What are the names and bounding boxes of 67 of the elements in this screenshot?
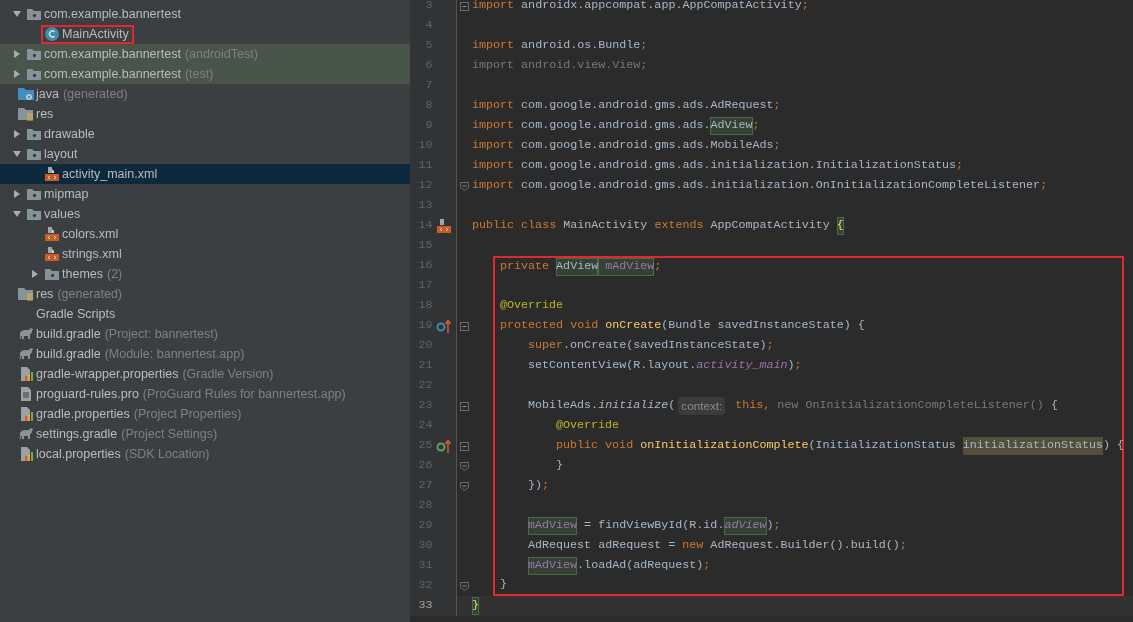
- code-line: import android.os.Bundle;: [472, 37, 648, 55]
- tree-item[interactable]: com.example.bannertest: [0, 4, 410, 24]
- tree-item[interactable]: activity_main.xml: [0, 164, 410, 184]
- tree-item[interactable]: gradle-wrapper.properties (Gradle Version): [0, 364, 410, 384]
- tree-item[interactable]: values: [0, 204, 410, 224]
- elephant-icon: [18, 426, 34, 442]
- tree-item[interactable]: mipmap: [0, 184, 410, 204]
- xml-file-icon: [44, 246, 60, 262]
- code-line: public class MainActivity extends AppCompatActivity {: [472, 216, 844, 236]
- tree-item[interactable]: res: [0, 104, 410, 124]
- xml-file-icon: [436, 218, 453, 234]
- text-file-icon: [18, 386, 34, 402]
- code-line: }: [493, 456, 1124, 476]
- code-line: mAdView.loadAd(adRequest);: [493, 556, 1124, 576]
- folder-icon: [26, 46, 42, 62]
- tree-item[interactable]: themes (2): [0, 264, 410, 284]
- code-line: import com.google.android.gms.ads.AdRequest;: [472, 97, 781, 115]
- folder-icon: [18, 86, 34, 102]
- tree-item[interactable]: proguard-rules.pro (ProGuard Rules for bannertest.app): [0, 384, 410, 404]
- code-line: super.onCreate(savedInstanceState);: [493, 336, 1124, 356]
- xml-file-icon: [44, 166, 60, 182]
- code-line: import com.google.android.gms.ads.AdView;: [472, 116, 760, 136]
- code-line: });: [493, 476, 1124, 496]
- code-line: MobileAds.initialize( context: this, new OnInitializationCompleteListener() {: [493, 396, 1124, 416]
- code-line: import com.google.android.gms.ads.initialization.InitializationStatus;: [472, 157, 963, 175]
- folder-icon: [18, 286, 34, 302]
- tree-item[interactable]: local.properties (SDK Location): [0, 444, 410, 464]
- code-line: import com.google.android.gms.ads.initialization.OnInitializationCompleteListener;: [472, 177, 1048, 195]
- class-icon: [44, 26, 60, 42]
- tree-item[interactable]: MainActivity: [0, 24, 410, 44]
- folder-icon: [26, 126, 42, 142]
- tree-item[interactable]: Gradle Scripts: [0, 304, 410, 324]
- properties-file-icon: [18, 406, 34, 422]
- tree-item[interactable]: java (generated): [0, 84, 410, 104]
- code-line: mAdView = findViewById(R.id.adView);: [493, 516, 1124, 536]
- code-line: private AdView mAdView;: [493, 256, 1124, 276]
- tree-item[interactable]: colors.xml: [0, 224, 410, 244]
- code-line: protected void onCreate(Bundle savedInstanceState) {: [493, 316, 1124, 336]
- folder-icon: [26, 206, 42, 222]
- properties-file-icon: [18, 366, 34, 382]
- tree-item[interactable]: build.gradle (Project: bannertest): [0, 324, 410, 344]
- tree-item[interactable]: res (generated): [0, 284, 410, 304]
- code-line: import androidx.appcompat.app.AppCompatActivity;: [472, 0, 809, 15]
- folder-icon: [26, 186, 42, 202]
- implement-marker-icon: [436, 438, 453, 454]
- tree-item[interactable]: layout: [0, 144, 410, 164]
- tree-item[interactable]: settings.gradle (Project Settings): [0, 424, 410, 444]
- elephant-icon: [18, 346, 34, 362]
- code-line: import com.google.android.gms.ads.MobileAds;: [472, 137, 781, 155]
- folder-icon: [44, 266, 60, 282]
- tree-item[interactable]: build.gradle (Module: bannertest.app): [0, 344, 410, 364]
- override-marker-icon: [436, 318, 453, 334]
- elephant-icon: [18, 326, 34, 342]
- code-line: setContentView(R.layout.activity_main);: [493, 356, 1124, 376]
- tree-item[interactable]: drawable: [0, 124, 410, 144]
- tree-item[interactable]: strings.xml: [0, 244, 410, 264]
- properties-file-icon: [18, 446, 34, 462]
- folder-icon: [26, 66, 42, 82]
- line-number: 33: [417, 597, 433, 615]
- tree-item[interactable]: gradle.properties (Project Properties): [0, 404, 410, 424]
- code-line: public void onInitializationComplete(InitializationStatus initializationStatus) {: [493, 436, 1124, 456]
- xml-file-icon: [44, 226, 60, 242]
- folder-icon: [18, 106, 34, 122]
- folder-icon: [26, 6, 42, 22]
- code-line: @Override: [493, 296, 1124, 316]
- code-line: import android.view.View;: [472, 57, 648, 75]
- folder-icon: [26, 146, 42, 162]
